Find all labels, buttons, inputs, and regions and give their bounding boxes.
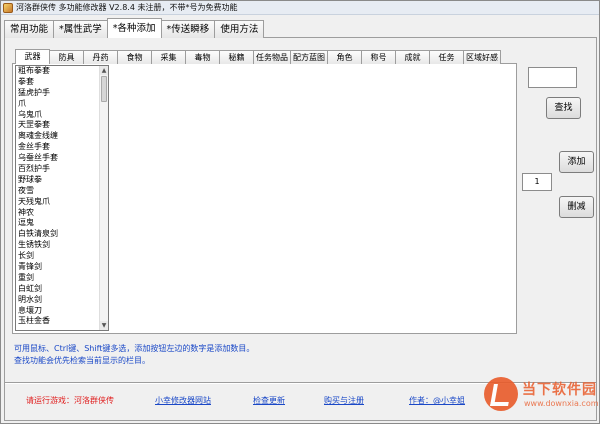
author-link[interactable]: 作者：@小幸姐: [409, 395, 465, 406]
tab-attributes-martial-arts[interactable]: *属性武学: [53, 20, 108, 38]
website-link[interactable]: 小幸修改器网站: [155, 395, 211, 406]
list-item[interactable]: 野球拳: [16, 175, 108, 186]
list-item[interactable]: 白虹剑: [16, 284, 108, 295]
item-listbox[interactable]: 粗布拳套 拳套 猛虎护手 爪 乌鬼爪 天罡拳套 离魂金线缠 金丝手套 乌蚕丝手套…: [15, 65, 109, 331]
add-button[interactable]: 添加: [559, 151, 594, 173]
list-item[interactable]: 重剑: [16, 273, 108, 284]
list-item[interactable]: 爪: [16, 99, 108, 110]
quantity-input[interactable]: 1: [522, 173, 552, 191]
tab-armor[interactable]: 防具: [49, 50, 84, 64]
watermark-logo: 当下软件园 www.downxia.com: [484, 369, 599, 423]
main-tab-bar: 常用功能 *属性武学 *各种添加 *传送瞬移 使用方法: [4, 18, 265, 38]
list-item[interactable]: 乌蚕丝手套: [16, 153, 108, 164]
scroll-up-arrow-icon[interactable]: ▲: [100, 66, 108, 75]
run-game-notice: 请运行游戏：河洛群侠传: [26, 396, 114, 405]
list-item[interactable]: 夜雪: [16, 186, 108, 197]
list-scrollbar[interactable]: ▲ ▼: [99, 66, 108, 330]
list-item[interactable]: 青锋剑: [16, 262, 108, 273]
list-item[interactable]: 百烈护手: [16, 164, 108, 175]
list-item[interactable]: 离魂金线缠: [16, 131, 108, 142]
tab-pills[interactable]: 丹药: [83, 50, 118, 64]
scroll-thumb[interactable]: [101, 76, 107, 102]
title-bar: 河洛群侠传 多功能修改器 V2.8.4 未注册，不带*号为免费功能: [1, 1, 599, 15]
check-update-link[interactable]: 检查更新: [253, 395, 285, 406]
list-item[interactable]: 长剑: [16, 251, 108, 262]
tab-recipes[interactable]: 配方蓝图: [290, 50, 328, 64]
list-item[interactable]: 天残鬼爪: [16, 197, 108, 208]
tab-quests[interactable]: 任务: [429, 50, 464, 64]
tab-teleport[interactable]: *传送瞬移: [160, 20, 216, 38]
list-item[interactable]: 逗鬼: [16, 218, 108, 229]
list-item[interactable]: 天罡拳套: [16, 120, 108, 131]
tab-gather[interactable]: 采集: [151, 50, 186, 64]
hint-multi-select: 可用鼠标、Ctrl键、Shift键多选，添加按钮左边的数字是添加数目。: [14, 344, 255, 353]
search-button[interactable]: 查找: [546, 97, 581, 119]
tab-food[interactable]: 食物: [117, 50, 152, 64]
list-item[interactable]: 明水剑: [16, 295, 108, 306]
list-item[interactable]: 生锈铁剑: [16, 240, 108, 251]
watermark-url: www.downxia.com: [524, 399, 599, 408]
list-item[interactable]: 金丝手套: [16, 142, 108, 153]
tab-titles[interactable]: 称号: [361, 50, 396, 64]
category-tab-bar: 武器 防具 丹药 食物 采集 毒物 秘籍 任务物品 配方蓝图 角色 称号 成就 …: [15, 49, 501, 64]
tab-manuals[interactable]: 秘籍: [219, 50, 254, 64]
list-item[interactable]: 玉柱金香: [16, 316, 108, 327]
item-detail-area: [109, 65, 515, 331]
tab-achievements[interactable]: 成就: [395, 50, 430, 64]
app-window: 河洛群侠传 多功能修改器 V2.8.4 未注册，不带*号为免费功能 常用功能 *…: [0, 0, 600, 424]
delete-button[interactable]: 删减: [559, 196, 594, 218]
buy-register-link[interactable]: 购买与注册: [324, 395, 364, 406]
tab-common-functions[interactable]: 常用功能: [4, 20, 55, 38]
list-item[interactable]: 粗布拳套: [16, 66, 108, 77]
list-item[interactable]: 乌鬼爪: [16, 110, 108, 121]
downxia-logo-icon: [484, 377, 518, 411]
scroll-down-arrow-icon[interactable]: ▼: [100, 321, 108, 330]
app-icon: [3, 3, 13, 13]
tab-usage[interactable]: 使用方法: [214, 20, 265, 38]
list-item[interactable]: 神农: [16, 208, 108, 219]
watermark-name: 当下软件园: [522, 382, 597, 398]
tab-weapons[interactable]: 武器: [15, 49, 50, 64]
window-title: 河洛群侠传 多功能修改器 V2.8.4 未注册，不带*号为免费功能: [16, 3, 238, 12]
list-item[interactable]: 拳套: [16, 77, 108, 88]
tab-poison[interactable]: 毒物: [185, 50, 220, 64]
search-input[interactable]: [528, 67, 577, 88]
tab-region-favor[interactable]: 区域好感: [463, 50, 501, 64]
list-item[interactable]: 猛虎护手: [16, 88, 108, 99]
list-item[interactable]: 息壤刀: [16, 306, 108, 317]
list-item[interactable]: 白铁清泉剑: [16, 229, 108, 240]
tab-various-add[interactable]: *各种添加: [106, 18, 162, 38]
tab-characters[interactable]: 角色: [327, 50, 362, 64]
hint-search-priority: 查找功能会优先检索当前显示的栏目。: [14, 356, 150, 365]
tab-quest-items[interactable]: 任务物品: [253, 50, 291, 64]
